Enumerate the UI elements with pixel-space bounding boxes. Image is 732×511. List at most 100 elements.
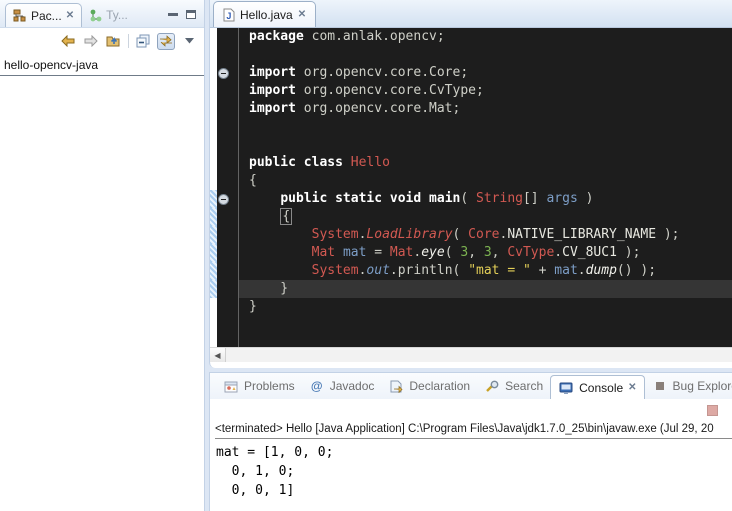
folding-gutter bbox=[217, 190, 239, 208]
tab-label: Bug Explorer bbox=[673, 379, 732, 393]
close-icon[interactable]: ✕ bbox=[66, 10, 74, 21]
range-indicator bbox=[210, 226, 217, 244]
close-icon[interactable]: ✕ bbox=[628, 382, 636, 393]
range-indicator bbox=[210, 244, 217, 262]
code-text: } bbox=[239, 280, 732, 298]
code-line[interactable]: import org.opencv.core.Core; bbox=[210, 64, 732, 82]
code-line[interactable]: } bbox=[210, 298, 732, 316]
maximize-icon[interactable] bbox=[186, 10, 196, 19]
console-view: Problems @ Javadoc Declaration Search Console… bbox=[209, 372, 732, 511]
tab-console[interactable]: Console ✕ bbox=[550, 375, 644, 399]
eclipse-window: { "package_explorer": { "tabs": [ { "lab… bbox=[0, 0, 732, 511]
range-indicator bbox=[210, 262, 217, 280]
problems-icon bbox=[223, 379, 239, 394]
console-tabbar: Problems @ Javadoc Declaration Search Console… bbox=[210, 373, 732, 399]
search-icon bbox=[484, 379, 500, 394]
forward-button[interactable] bbox=[82, 33, 100, 50]
code-text: { bbox=[239, 208, 732, 226]
horizontal-scrollbar[interactable]: ◀ bbox=[210, 347, 732, 362]
code-text: } bbox=[239, 298, 732, 316]
declaration-icon bbox=[388, 379, 404, 394]
package-explorer-toolbar bbox=[0, 28, 204, 54]
tab-type-hierarchy-label: Ty... bbox=[106, 8, 128, 22]
code-text: import org.opencv.core.Mat; bbox=[239, 100, 732, 118]
tab-label: Console bbox=[579, 381, 623, 395]
code-line[interactable]: System.LoadLibrary( Core.NATIVE_LIBRARY_… bbox=[210, 226, 732, 244]
left-ruler bbox=[210, 100, 217, 118]
code-line[interactable] bbox=[210, 118, 732, 136]
code-line[interactable] bbox=[210, 136, 732, 154]
code-line[interactable]: { bbox=[210, 172, 732, 190]
svg-text:J: J bbox=[226, 11, 231, 21]
javadoc-icon: @ bbox=[309, 379, 325, 394]
code-text bbox=[239, 136, 732, 154]
console-toolbar bbox=[210, 399, 732, 421]
package-explorer-icon bbox=[13, 9, 27, 22]
link-with-editor-button[interactable] bbox=[157, 33, 175, 50]
tab-problems[interactable]: Problems bbox=[216, 376, 302, 397]
collapse-all-button[interactable] bbox=[134, 33, 152, 50]
code-text: package com.anlak.opencv; bbox=[239, 28, 732, 46]
code-text: import org.opencv.core.CvType; bbox=[239, 82, 732, 100]
left-ruler bbox=[210, 154, 217, 172]
code-line[interactable]: package com.anlak.opencv; bbox=[210, 28, 732, 46]
code-text bbox=[239, 118, 732, 136]
folding-gutter bbox=[217, 226, 239, 244]
code-editor[interactable]: package com.anlak.opencv; import org.open… bbox=[210, 28, 732, 347]
terminate-icon[interactable] bbox=[707, 405, 718, 416]
code-line[interactable]: import org.opencv.core.Mat; bbox=[210, 100, 732, 118]
folding-gutter bbox=[217, 118, 239, 136]
tab-label: Problems bbox=[244, 379, 295, 393]
left-ruler bbox=[210, 136, 217, 154]
project-root-label[interactable]: hello-opencv-java bbox=[0, 54, 204, 76]
editor-pane: J Hello.java ✕ package com.anlak.opencv;… bbox=[209, 0, 732, 368]
code-line[interactable] bbox=[210, 46, 732, 64]
bug-icon bbox=[652, 379, 668, 394]
code-line[interactable]: } bbox=[210, 280, 732, 298]
fold-collapse-icon[interactable] bbox=[218, 68, 229, 79]
fold-collapse-icon[interactable] bbox=[218, 194, 229, 205]
editor-tab-hello-java[interactable]: J Hello.java ✕ bbox=[213, 1, 316, 27]
left-ruler bbox=[210, 46, 217, 64]
folding-gutter bbox=[217, 136, 239, 154]
folding-gutter bbox=[217, 262, 239, 280]
folding-gutter bbox=[217, 46, 239, 64]
console-output[interactable]: mat = [1, 0, 0; 0, 1, 0; 0, 0, 1] bbox=[210, 439, 732, 500]
code-text: System.LoadLibrary( Core.NATIVE_LIBRARY_… bbox=[239, 226, 732, 244]
close-icon[interactable]: ✕ bbox=[298, 9, 306, 20]
go-into-button[interactable] bbox=[105, 33, 123, 50]
folding-gutter bbox=[217, 208, 239, 226]
tab-javadoc[interactable]: @ Javadoc bbox=[302, 376, 382, 397]
tab-label: Search bbox=[505, 379, 543, 393]
tab-label: Declaration bbox=[409, 379, 470, 393]
left-ruler bbox=[210, 316, 217, 347]
tab-label: Javadoc bbox=[330, 379, 375, 393]
code-line[interactable]: Mat mat = Mat.eye( 3, 3, CvType.CV_8UC1 … bbox=[210, 244, 732, 262]
toolbar-separator bbox=[128, 34, 129, 48]
view-menu-button[interactable] bbox=[180, 33, 198, 50]
code-line[interactable]: { bbox=[210, 208, 732, 226]
package-explorer-header: Pac... ✕ Ty... bbox=[0, 0, 204, 28]
folding-gutter bbox=[217, 82, 239, 100]
tab-type-hierarchy[interactable]: Ty... bbox=[82, 3, 135, 27]
range-indicator bbox=[210, 280, 217, 298]
tab-declaration[interactable]: Declaration bbox=[381, 376, 477, 397]
tab-package-explorer[interactable]: Pac... ✕ bbox=[5, 3, 82, 27]
code-line[interactable]: System.out.println( "mat = " + mat.dump(… bbox=[210, 262, 732, 280]
code-line[interactable]: public class Hello bbox=[210, 154, 732, 172]
code-text bbox=[239, 316, 732, 347]
tab-search[interactable]: Search bbox=[477, 376, 550, 397]
console-icon bbox=[558, 380, 574, 395]
minimize-icon[interactable] bbox=[168, 13, 178, 16]
code-text: public class Hello bbox=[239, 154, 732, 172]
scroll-left-icon[interactable]: ◀ bbox=[210, 348, 226, 362]
back-button[interactable] bbox=[59, 33, 77, 50]
editor-tab-label: Hello.java bbox=[240, 8, 293, 22]
tab-bug-explorer[interactable]: Bug Explorer bbox=[645, 376, 732, 397]
java-file-icon: J bbox=[223, 8, 235, 22]
left-ruler bbox=[210, 28, 217, 46]
left-ruler bbox=[210, 118, 217, 136]
left-ruler bbox=[210, 82, 217, 100]
code-line[interactable]: public static void main( String[] args ) bbox=[210, 190, 732, 208]
code-line[interactable]: import org.opencv.core.CvType; bbox=[210, 82, 732, 100]
